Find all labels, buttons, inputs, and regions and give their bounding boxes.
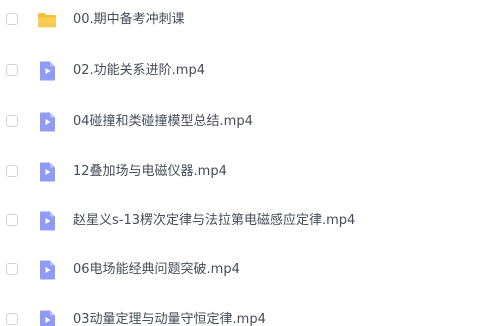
file-row[interactable]: 00.期中备考冲刺课 — [0, 4, 477, 36]
video-file-icon — [36, 210, 58, 232]
video-file-icon — [36, 111, 58, 133]
file-list: 00.期中备考冲刺课 02.功能关系进阶.mp4 04碰撞和类碰撞模型总结.mp… — [0, 0, 477, 326]
file-name: 04碰撞和类碰撞模型总结.mp4 — [73, 114, 253, 129]
row-checkbox[interactable] — [6, 165, 18, 177]
folder-icon — [36, 9, 58, 31]
file-row[interactable]: 02.功能关系进阶.mp4 — [0, 55, 477, 87]
file-name: 06电场能经典问题突破.mp4 — [73, 262, 240, 277]
file-row[interactable]: 12叠加场与电磁仪器.mp4 — [0, 156, 477, 188]
row-checkbox[interactable] — [6, 115, 18, 127]
file-name: 02.功能关系进阶.mp4 — [73, 63, 205, 78]
row-checkbox[interactable] — [6, 64, 18, 76]
row-checkbox[interactable] — [6, 313, 18, 325]
file-row[interactable]: 06电场能经典问题突破.mp4 — [0, 254, 477, 286]
file-name: 00.期中备考冲刺课 — [73, 12, 185, 27]
file-name: 赵星义s-13楞次定律与法拉第电磁感应定律.mp4 — [73, 213, 356, 228]
video-file-icon — [36, 259, 58, 281]
row-checkbox[interactable] — [6, 263, 18, 275]
row-checkbox[interactable] — [6, 13, 18, 25]
file-name: 12叠加场与电磁仪器.mp4 — [73, 164, 227, 179]
video-file-icon — [36, 161, 58, 183]
file-name: 03动量定理与动量守恒定律.mp4 — [73, 312, 266, 326]
file-row[interactable]: 04碰撞和类碰撞模型总结.mp4 — [0, 106, 477, 138]
row-checkbox[interactable] — [6, 214, 18, 226]
video-file-icon — [36, 60, 58, 82]
file-row[interactable]: 03动量定理与动量守恒定律.mp4 — [0, 304, 477, 326]
file-row[interactable]: 赵星义s-13楞次定律与法拉第电磁感应定律.mp4 — [0, 205, 477, 237]
video-file-icon — [36, 309, 58, 326]
